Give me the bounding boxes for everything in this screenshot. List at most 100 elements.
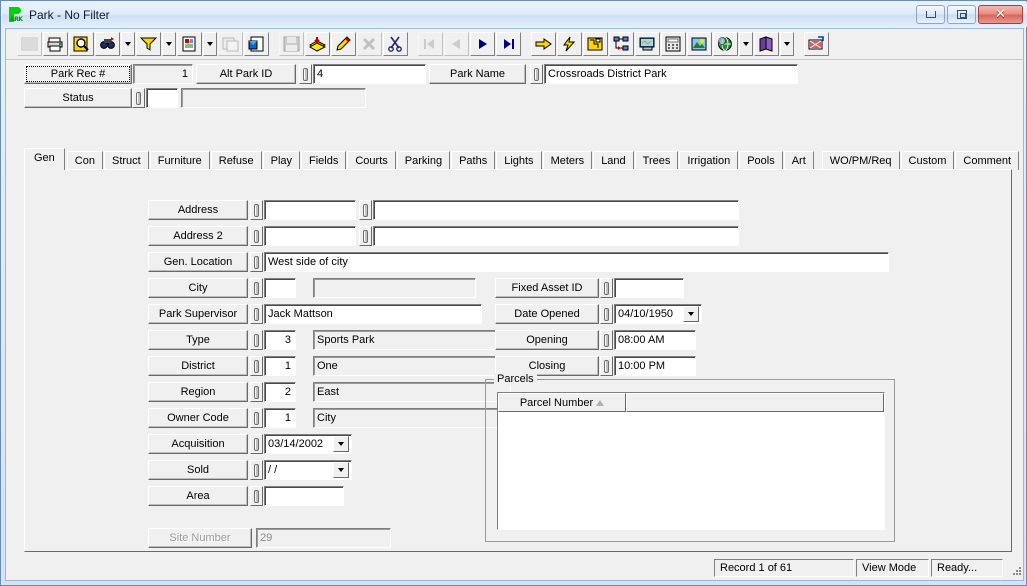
alt-park-id-label-button[interactable]: Alt Park ID bbox=[196, 64, 296, 84]
status-label-button[interactable]: Status bbox=[24, 88, 132, 108]
close-button[interactable]: ✕ bbox=[978, 5, 1023, 24]
park-name-input[interactable]: Crossroads District Park bbox=[544, 64, 798, 84]
tab-meters[interactable]: Meters bbox=[542, 151, 593, 170]
report-button[interactable] bbox=[177, 32, 202, 56]
acquisition-date-combo[interactable]: 03/14/2002 bbox=[264, 434, 352, 454]
workstation-button[interactable] bbox=[635, 32, 660, 56]
resize-grip[interactable] bbox=[1006, 560, 1022, 576]
tab-struct[interactable]: Struct bbox=[103, 151, 149, 170]
add-record-button[interactable] bbox=[305, 32, 330, 56]
tab-irrigation[interactable]: Irrigation bbox=[679, 151, 739, 170]
print-preview-button[interactable] bbox=[69, 32, 94, 56]
date-opened-combo[interactable]: 04/10/1950 bbox=[614, 304, 702, 324]
park-name-label-button[interactable]: Park Name bbox=[429, 64, 526, 84]
calculator-button[interactable] bbox=[661, 32, 686, 56]
tab-furniture[interactable]: Furniture bbox=[149, 151, 210, 170]
print-button[interactable] bbox=[43, 32, 68, 56]
address-2-description[interactable] bbox=[373, 226, 739, 246]
last-record-button[interactable] bbox=[496, 32, 521, 56]
region-code-input[interactable]: 2 bbox=[264, 382, 296, 402]
tab-trees[interactable]: Trees bbox=[634, 151, 679, 170]
opening-lookup-button[interactable] bbox=[600, 330, 613, 350]
address-code-input[interactable] bbox=[264, 200, 356, 220]
alt-park-id-input[interactable]: 4 bbox=[313, 64, 426, 84]
internet-button[interactable] bbox=[713, 32, 738, 56]
exit-button[interactable] bbox=[804, 32, 829, 56]
column-header-parcel-number[interactable]: Parcel Number bbox=[498, 393, 626, 412]
park-rec-label-button[interactable]: Park Rec # bbox=[24, 64, 132, 84]
filter-button[interactable] bbox=[136, 32, 161, 56]
owner-code-code-input[interactable]: 1 bbox=[264, 408, 296, 428]
owner-code-label-button[interactable]: Owner Code bbox=[148, 408, 248, 428]
alt-park-id-lookup-button[interactable] bbox=[299, 64, 312, 84]
image-button[interactable] bbox=[687, 32, 712, 56]
column-header-blank[interactable] bbox=[626, 393, 884, 412]
minimize-button[interactable] bbox=[916, 5, 945, 24]
address-2-secondary-lookup-button[interactable] bbox=[359, 226, 372, 246]
address-lookup-button[interactable] bbox=[250, 200, 263, 220]
district-code-input[interactable]: 1 bbox=[264, 356, 296, 376]
help-book-button[interactable] bbox=[754, 32, 779, 56]
gen-location-lookup-button[interactable] bbox=[250, 252, 263, 272]
help-book-dropdown-button[interactable] bbox=[780, 32, 794, 56]
tab-courts[interactable]: Courts bbox=[347, 151, 396, 170]
city-label-button[interactable]: City bbox=[148, 278, 248, 298]
tab-refuse[interactable]: Refuse bbox=[210, 151, 262, 170]
date-opened-dropdown-button[interactable] bbox=[683, 306, 699, 322]
status-lookup-button[interactable] bbox=[132, 88, 145, 108]
address-description[interactable] bbox=[373, 200, 739, 220]
opening-input[interactable]: 08:00 AM bbox=[614, 330, 696, 350]
tab-land[interactable]: Land bbox=[593, 151, 634, 170]
edit-record-button[interactable] bbox=[331, 32, 356, 56]
closing-lookup-button[interactable] bbox=[600, 356, 613, 376]
address-2-code-input[interactable] bbox=[264, 226, 356, 246]
acquisition-label-button[interactable]: Acquisition bbox=[148, 434, 248, 454]
sold-lookup-button[interactable] bbox=[250, 460, 263, 480]
export-button[interactable] bbox=[244, 32, 269, 56]
type-label-button[interactable]: Type bbox=[148, 330, 248, 350]
type-lookup-button[interactable] bbox=[250, 330, 263, 350]
date-opened-label-button[interactable]: Date Opened bbox=[495, 304, 599, 324]
sold-date-combo[interactable]: / / bbox=[264, 460, 352, 480]
area-lookup-button[interactable] bbox=[250, 486, 263, 506]
tab-parking[interactable]: Parking bbox=[396, 151, 451, 170]
sold-label-button[interactable]: Sold bbox=[148, 460, 248, 480]
park-supervisor-input[interactable]: Jack Mattson bbox=[264, 304, 482, 324]
region-lookup-button[interactable] bbox=[250, 382, 263, 402]
report-dropdown-button[interactable] bbox=[203, 32, 217, 56]
tab-wo-pm-req[interactable]: WO/PM/Req bbox=[821, 151, 900, 170]
park-name-lookup-button[interactable] bbox=[530, 64, 543, 84]
tab-art[interactable]: Art bbox=[783, 151, 814, 170]
tab-pools[interactable]: Pools bbox=[739, 151, 783, 170]
gen-location-input[interactable]: West side of city bbox=[264, 252, 889, 272]
owner-code-lookup-button[interactable] bbox=[250, 408, 263, 428]
tab-fields[interactable]: Fields bbox=[301, 151, 347, 170]
city-code-input[interactable] bbox=[264, 278, 296, 298]
find-button[interactable] bbox=[95, 32, 120, 56]
region-label-button[interactable]: Region bbox=[148, 382, 248, 402]
tab-paths[interactable]: Paths bbox=[451, 151, 496, 170]
park-supervisor-lookup-button[interactable] bbox=[250, 304, 263, 324]
address-2-lookup-button[interactable] bbox=[250, 226, 263, 246]
parcels-grid[interactable]: Parcel Number bbox=[497, 392, 885, 530]
sold-dropdown-button[interactable] bbox=[333, 462, 349, 478]
quick-action-button[interactable] bbox=[557, 32, 582, 56]
tab-lights[interactable]: Lights bbox=[496, 151, 542, 170]
restore-button[interactable] bbox=[947, 5, 976, 24]
acquisition-lookup-button[interactable] bbox=[250, 434, 263, 454]
acquisition-dropdown-button[interactable] bbox=[333, 436, 349, 452]
map-button[interactable] bbox=[583, 32, 608, 56]
district-label-button[interactable]: District bbox=[148, 356, 248, 376]
district-lookup-button[interactable] bbox=[250, 356, 263, 376]
next-record-button[interactable] bbox=[470, 32, 495, 56]
status-code-input[interactable] bbox=[146, 88, 178, 108]
internet-dropdown-button[interactable] bbox=[739, 32, 753, 56]
gen-location-label-button[interactable]: Gen. Location bbox=[148, 252, 248, 272]
parcels-grid-body[interactable] bbox=[498, 412, 884, 529]
address-secondary-lookup-button[interactable] bbox=[359, 200, 372, 220]
city-lookup-button[interactable] bbox=[250, 278, 263, 298]
tab-custom[interactable]: Custom bbox=[900, 151, 955, 170]
fixed-asset-id-lookup-button[interactable] bbox=[600, 278, 613, 298]
tab-con[interactable]: Con bbox=[66, 151, 103, 170]
fixed-asset-id-input[interactable] bbox=[614, 278, 684, 298]
